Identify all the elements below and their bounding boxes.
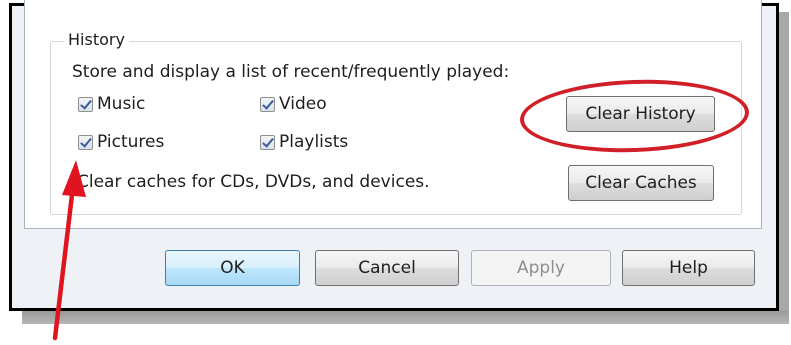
arrow-head	[62, 160, 86, 197]
arrow-shaft	[52, 175, 77, 341]
pictures-pointer-arrow-icon	[52, 160, 86, 341]
